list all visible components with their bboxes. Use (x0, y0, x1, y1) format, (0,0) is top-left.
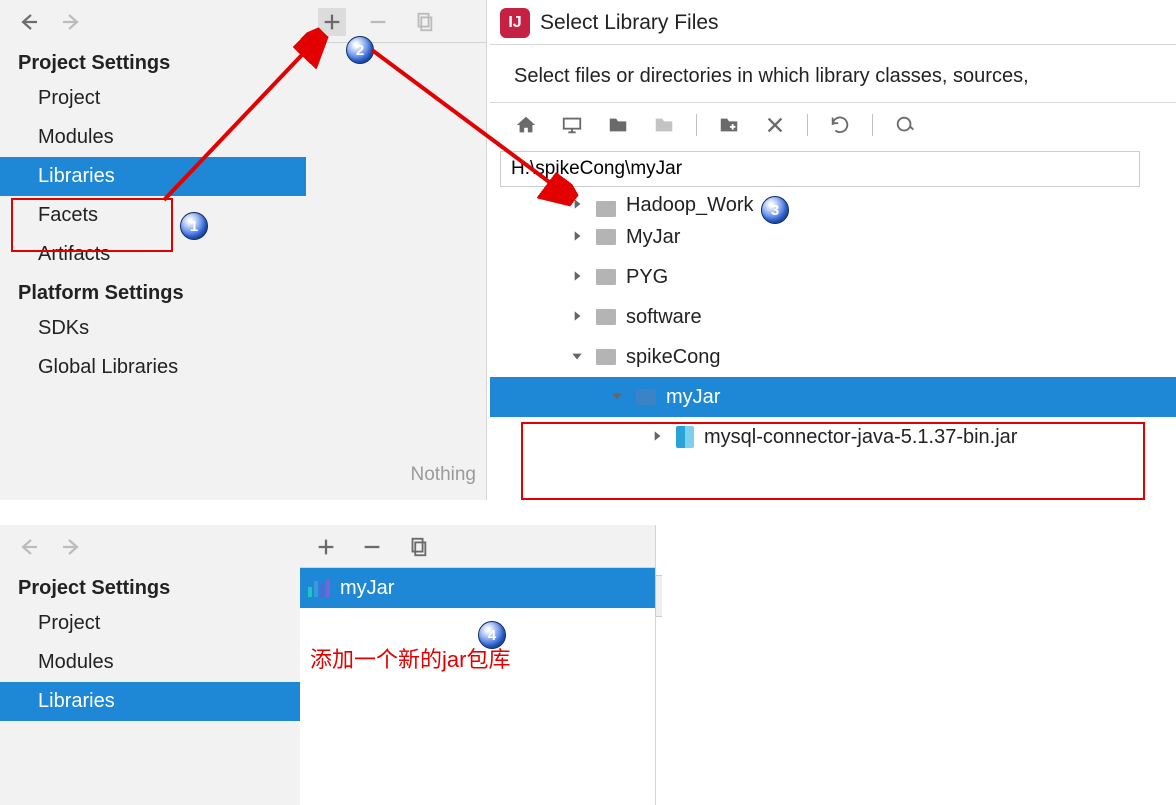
home-icon[interactable] (512, 111, 540, 139)
tree-label: PYG (626, 266, 668, 289)
copy-button[interactable] (410, 8, 438, 36)
sidebar-item-sdks[interactable]: SDKs (0, 309, 306, 348)
section-project-settings: Project Settings (0, 569, 300, 604)
back-button[interactable] (16, 10, 40, 34)
new-folder-icon[interactable] (715, 111, 743, 139)
jar-icon (676, 426, 694, 448)
forward-button[interactable] (60, 10, 84, 34)
tree-label: spikeCong (626, 346, 721, 369)
tree-row[interactable]: myJar (490, 377, 1176, 417)
folder-icon (596, 201, 616, 217)
module-folder-icon[interactable] (650, 111, 678, 139)
forward-button[interactable] (60, 535, 84, 559)
chevron-right-icon[interactable] (570, 226, 586, 249)
sidebar-item-modules[interactable]: Modules (0, 643, 300, 682)
tree-row[interactable]: Hadoop_Work (490, 193, 1176, 217)
library-label: myJar (340, 577, 394, 600)
file-tree[interactable]: Hadoop_Work MyJar PYG software spikeCong myJa… (490, 193, 1176, 457)
section-project-settings: Project Settings (0, 44, 306, 79)
sidebar-item-artifacts[interactable]: Artifacts (0, 235, 306, 274)
dialog-title: Select Library Files (540, 11, 719, 35)
desktop-icon[interactable] (558, 111, 586, 139)
dialog-desc: Select files or directories in which lib… (490, 45, 1176, 102)
chevron-right-icon[interactable] (570, 266, 586, 289)
intellij-icon: IJ (500, 8, 530, 38)
folder-icon (596, 269, 616, 285)
toggle-icon[interactable] (891, 111, 919, 139)
sidebar-item-libraries[interactable]: Libraries (0, 682, 300, 721)
annotation-badge-3: 3 (761, 196, 789, 224)
sidebar-item-global-libraries[interactable]: Global Libraries (0, 348, 306, 387)
section-platform-settings: Platform Settings (0, 274, 306, 309)
tree-row[interactable]: spikeCong (490, 337, 1176, 377)
annotation-badge-2: 2 (346, 36, 374, 64)
tree-row[interactable]: PYG (490, 257, 1176, 297)
chevron-right-icon[interactable] (570, 306, 586, 329)
tree-row[interactable]: mysql-connector-java-5.1.37-bin.jar (490, 417, 1176, 457)
tree-label: Hadoop_Work (626, 194, 753, 217)
tree-label: software (626, 306, 702, 329)
copy-button[interactable] (404, 533, 432, 561)
library-icon (308, 579, 330, 597)
tree-label: myJar (666, 386, 720, 409)
remove-button[interactable] (358, 533, 386, 561)
folder-icon (636, 389, 656, 405)
scrollbar[interactable] (655, 575, 662, 617)
delete-icon[interactable] (761, 111, 789, 139)
sidebar-item-facets[interactable]: Facets (0, 196, 306, 235)
empty-text: Nothing (411, 464, 477, 486)
add-button[interactable] (312, 533, 340, 561)
folder-icon (596, 309, 616, 325)
folder-icon (596, 349, 616, 365)
path-input[interactable] (500, 151, 1140, 187)
sidebar-item-modules[interactable]: Modules (0, 118, 306, 157)
back-button[interactable] (16, 535, 40, 559)
annotation-badge-1: 1 (180, 212, 208, 240)
chevron-right-icon[interactable] (650, 426, 666, 449)
annotation-badge-4: 4 (478, 621, 506, 649)
tree-label: mysql-connector-java-5.1.37-bin.jar (704, 426, 1017, 449)
tree-row[interactable]: MyJar (490, 217, 1176, 257)
library-item-myjar[interactable]: myJar (300, 568, 655, 608)
refresh-icon[interactable] (826, 111, 854, 139)
chevron-right-icon[interactable] (570, 194, 586, 217)
tree-label: MyJar (626, 226, 680, 249)
sidebar-item-libraries[interactable]: Libraries (0, 157, 306, 196)
remove-button[interactable] (364, 8, 392, 36)
annotation-caption: 添加一个新的jar包库 (300, 608, 655, 674)
tree-row[interactable]: software (490, 297, 1176, 337)
chevron-down-icon[interactable] (610, 386, 626, 409)
sidebar-item-project[interactable]: Project (0, 79, 306, 118)
folder-icon (596, 229, 616, 245)
chevron-down-icon[interactable] (570, 346, 586, 369)
sidebar-item-project[interactable]: Project (0, 604, 300, 643)
project-folder-icon[interactable] (604, 111, 632, 139)
add-button[interactable] (318, 8, 346, 36)
